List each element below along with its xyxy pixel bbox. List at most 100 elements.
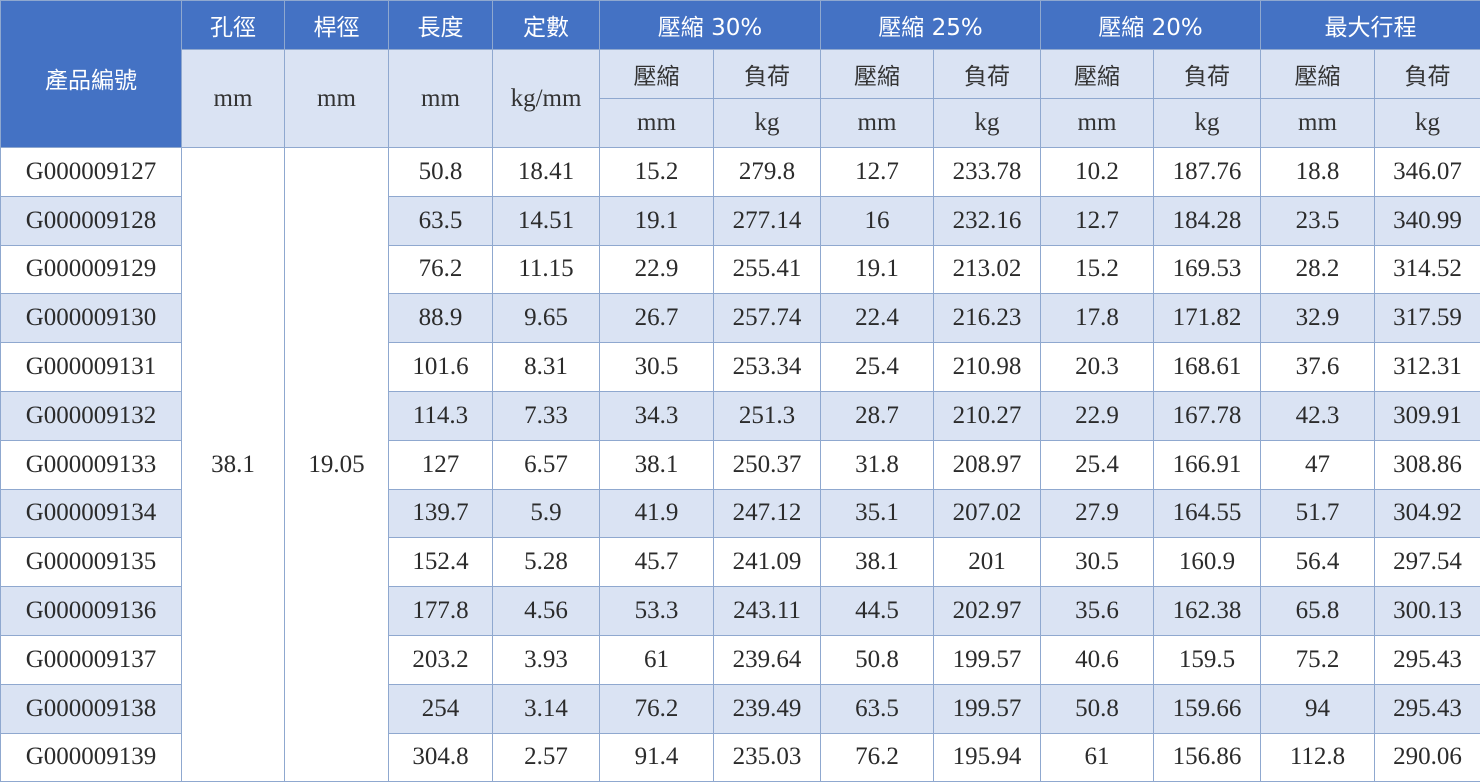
cell-length: 304.8 — [389, 733, 493, 782]
cell-compress-max: 28.2 — [1261, 245, 1375, 294]
cell-load-30: 239.64 — [714, 635, 821, 684]
cell-load-max: 290.06 — [1375, 733, 1480, 782]
cell-compress-30: 45.7 — [600, 538, 714, 587]
header-length: 長度 — [389, 1, 493, 50]
cell-load-20: 171.82 — [1154, 294, 1261, 343]
sub-compress-30: 壓縮 — [600, 50, 714, 99]
cell-compress-max: 42.3 — [1261, 391, 1375, 440]
cell-compress-20: 35.6 — [1041, 587, 1154, 636]
cell-compress-25: 76.2 — [821, 733, 934, 782]
cell-load-25: 201 — [934, 538, 1041, 587]
cell-product-no: G000009137 — [1, 635, 182, 684]
cell-load-30: 251.3 — [714, 391, 821, 440]
cell-load-20: 160.9 — [1154, 538, 1261, 587]
header-constant: 定數 — [493, 1, 600, 50]
cell-load-max: 346.07 — [1375, 148, 1480, 197]
cell-constant: 11.15 — [493, 245, 600, 294]
cell-constant: 5.9 — [493, 489, 600, 538]
cell-load-30: 257.74 — [714, 294, 821, 343]
cell-compress-25: 16 — [821, 196, 934, 245]
cell-compress-max: 32.9 — [1261, 294, 1375, 343]
cell-load-20: 164.55 — [1154, 489, 1261, 538]
cell-compress-max: 47 — [1261, 440, 1375, 489]
cell-compress-25: 38.1 — [821, 538, 934, 587]
cell-load-20: 166.91 — [1154, 440, 1261, 489]
cell-product-no: G000009128 — [1, 196, 182, 245]
cell-compress-25: 35.1 — [821, 489, 934, 538]
cell-load-30: 255.41 — [714, 245, 821, 294]
cell-compress-30: 26.7 — [600, 294, 714, 343]
cell-load-25: 210.27 — [934, 391, 1041, 440]
cell-compress-max: 18.8 — [1261, 148, 1375, 197]
cell-length: 254 — [389, 684, 493, 733]
unit-constant: kg/mm — [493, 50, 600, 148]
cell-load-20: 159.5 — [1154, 635, 1261, 684]
cell-compress-20: 17.8 — [1041, 294, 1154, 343]
cell-load-30: 235.03 — [714, 733, 821, 782]
cell-constant: 18.41 — [493, 148, 600, 197]
cell-product-no: G000009133 — [1, 440, 182, 489]
cell-load-25: 199.57 — [934, 635, 1041, 684]
cell-load-30: 277.14 — [714, 196, 821, 245]
spring-spec-table: 產品編號 孔徑 桿徑 長度 定數 壓縮 30% 壓縮 25% 壓縮 20% 最大… — [0, 0, 1480, 782]
unit-load-max: kg — [1375, 99, 1480, 148]
cell-product-no: G000009132 — [1, 391, 182, 440]
cell-load-max: 314.52 — [1375, 245, 1480, 294]
unit-compress-20: mm — [1041, 99, 1154, 148]
sub-load-max: 負荷 — [1375, 50, 1480, 99]
cell-product-no: G000009131 — [1, 343, 182, 392]
cell-constant: 4.56 — [493, 587, 600, 636]
cell-load-max: 295.43 — [1375, 635, 1480, 684]
cell-load-25: 233.78 — [934, 148, 1041, 197]
cell-length: 63.5 — [389, 196, 493, 245]
cell-load-25: 208.97 — [934, 440, 1041, 489]
cell-constant: 2.57 — [493, 733, 600, 782]
cell-load-max: 297.54 — [1375, 538, 1480, 587]
cell-load-20: 187.76 — [1154, 148, 1261, 197]
cell-compress-max: 75.2 — [1261, 635, 1375, 684]
cell-product-no: G000009139 — [1, 733, 182, 782]
cell-load-30: 253.34 — [714, 343, 821, 392]
cell-product-no: G000009127 — [1, 148, 182, 197]
cell-load-max: 308.86 — [1375, 440, 1480, 489]
sub-compress-25: 壓縮 — [821, 50, 934, 99]
cell-compress-30: 38.1 — [600, 440, 714, 489]
sub-load-30: 負荷 — [714, 50, 821, 99]
cell-load-max: 304.92 — [1375, 489, 1480, 538]
cell-compress-30: 76.2 — [600, 684, 714, 733]
cell-compress-max: 65.8 — [1261, 587, 1375, 636]
unit-load-20: kg — [1154, 99, 1261, 148]
cell-compress-20: 40.6 — [1041, 635, 1154, 684]
sub-load-20: 負荷 — [1154, 50, 1261, 99]
cell-product-no: G000009138 — [1, 684, 182, 733]
cell-compress-20: 25.4 — [1041, 440, 1154, 489]
cell-product-no: G000009136 — [1, 587, 182, 636]
cell-constant: 3.14 — [493, 684, 600, 733]
cell-compress-20: 61 — [1041, 733, 1154, 782]
cell-compress-max: 56.4 — [1261, 538, 1375, 587]
unit-load-25: kg — [934, 99, 1041, 148]
cell-length: 101.6 — [389, 343, 493, 392]
cell-compress-25: 31.8 — [821, 440, 934, 489]
cell-load-max: 317.59 — [1375, 294, 1480, 343]
cell-hole: 38.1 — [182, 148, 285, 782]
cell-constant: 14.51 — [493, 196, 600, 245]
cell-compress-20: 10.2 — [1041, 148, 1154, 197]
cell-compress-30: 41.9 — [600, 489, 714, 538]
cell-load-30: 243.11 — [714, 587, 821, 636]
cell-load-25: 232.16 — [934, 196, 1041, 245]
cell-load-max: 312.31 — [1375, 343, 1480, 392]
cell-load-20: 156.86 — [1154, 733, 1261, 782]
cell-compress-30: 22.9 — [600, 245, 714, 294]
cell-load-30: 239.49 — [714, 684, 821, 733]
cell-product-no: G000009129 — [1, 245, 182, 294]
cell-length: 50.8 — [389, 148, 493, 197]
cell-compress-25: 12.7 — [821, 148, 934, 197]
cell-load-20: 159.66 — [1154, 684, 1261, 733]
cell-compress-20: 27.9 — [1041, 489, 1154, 538]
header-max-stroke: 最大行程 — [1261, 1, 1480, 50]
cell-load-max: 300.13 — [1375, 587, 1480, 636]
cell-load-30: 279.8 — [714, 148, 821, 197]
cell-compress-30: 53.3 — [600, 587, 714, 636]
cell-compress-max: 37.6 — [1261, 343, 1375, 392]
